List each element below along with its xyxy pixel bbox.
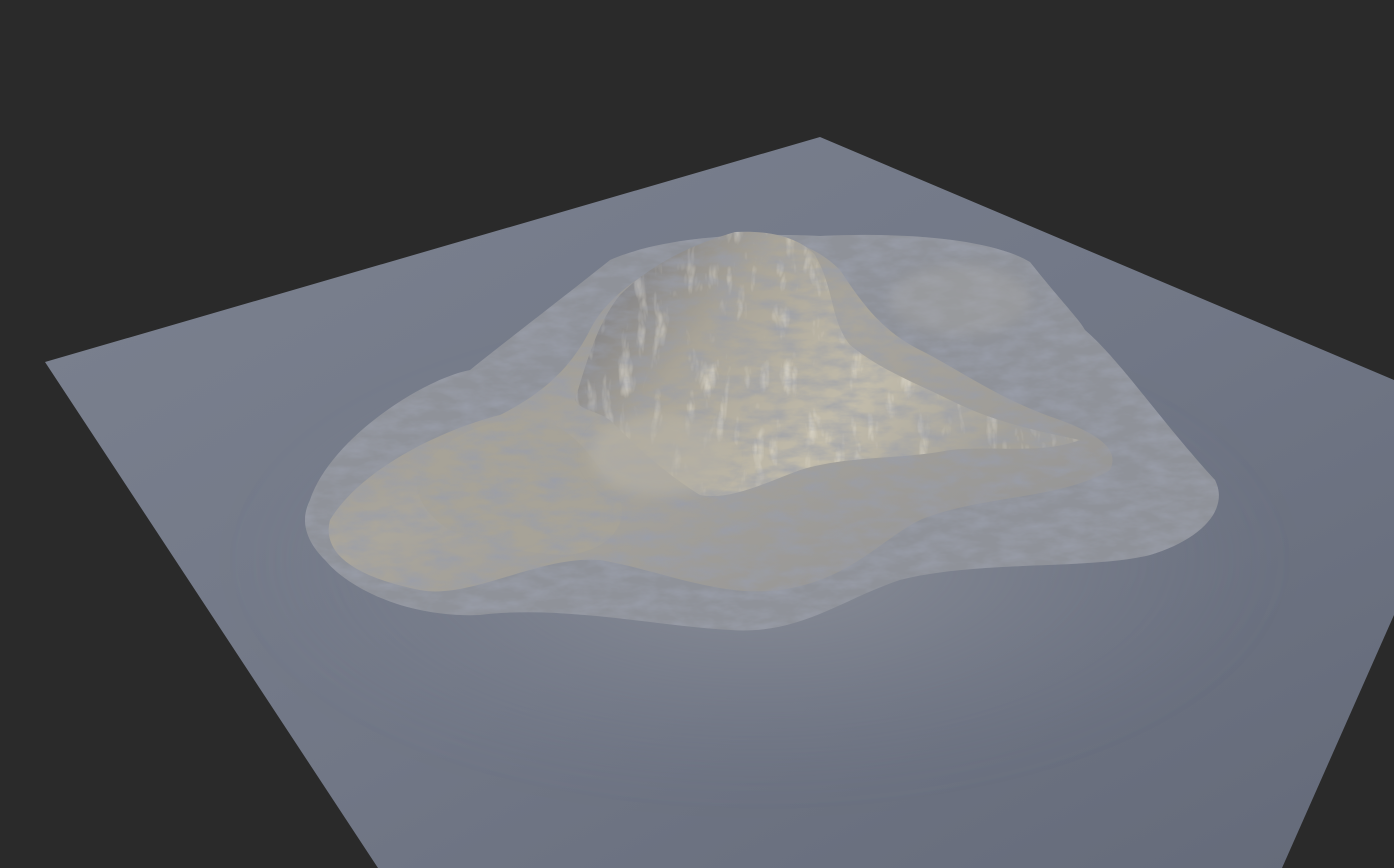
- east-plateau: [890, 265, 1030, 335]
- valley-highlight: [590, 415, 730, 495]
- 3d-viewport[interactable]: [0, 0, 1394, 868]
- terrain-render: [45, 137, 1394, 868]
